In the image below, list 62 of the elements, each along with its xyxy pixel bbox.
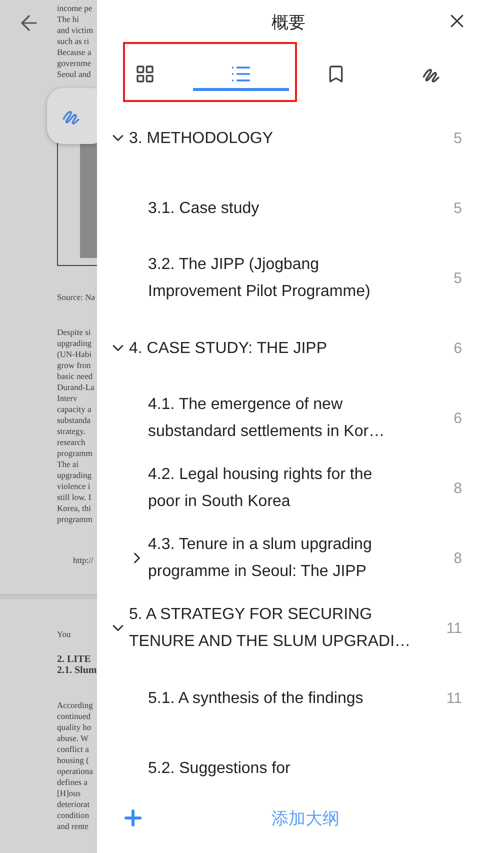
document-text: The ai xyxy=(57,459,80,470)
document-text: strategy. xyxy=(57,426,86,437)
page-number: 5 xyxy=(452,200,463,216)
document-text: basic need xyxy=(57,371,94,382)
document-text: conflict a xyxy=(57,744,90,755)
document-text: and victim xyxy=(57,25,94,36)
document-text: and rente xyxy=(57,821,90,832)
document-text: [H]ous xyxy=(57,788,82,799)
document-text: Interv xyxy=(57,393,78,404)
document-text: programm xyxy=(57,514,94,525)
outline-item[interactable]: 4.3. Tenure in a slum upgrading programme in Seoul: The JIPP xyxy=(148,531,434,585)
document-text: You xyxy=(57,629,72,640)
page-number: 11 xyxy=(445,690,463,706)
document-text: research xyxy=(57,437,86,448)
document-text: still low. I xyxy=(57,492,92,503)
document-text: operationa xyxy=(57,766,94,777)
outline-item[interactable]: 3.2. The JIPP (Jjogbang Improvement Pilot Programme) xyxy=(148,251,434,305)
page-number: 5 xyxy=(452,270,463,286)
document-text: governme xyxy=(57,58,92,69)
panel-title: 概要 xyxy=(272,12,306,34)
document-text: substanda xyxy=(57,415,92,426)
document-text: capacity a xyxy=(57,404,92,415)
document-text: According xyxy=(57,700,94,711)
outline-item[interactable]: 5.1. A synthesis of the findings xyxy=(148,684,434,712)
outline-item[interactable]: 4.2. Legal housing rights for the poor in South Korea xyxy=(148,461,434,515)
page-number: 11 xyxy=(445,620,463,636)
outline-item[interactable]: 4.1. The emergence of new substandard settlements in Kor… xyxy=(148,391,434,445)
document-text: programm xyxy=(57,448,94,459)
document-text: Seoul and xyxy=(57,69,92,80)
document-text: upgrading xyxy=(57,470,92,481)
page-number: 5 xyxy=(452,130,463,146)
outline-item[interactable]: 5.2. Suggestions for xyxy=(148,754,434,782)
document-text: violence i xyxy=(57,481,92,492)
document-text: Because a xyxy=(57,47,92,58)
outline-item[interactable]: 3. METHODOLOGY xyxy=(129,124,434,152)
outline-item[interactable]: 5. A STRATEGY FOR SECURING TENURE AND THE SLUM UPGRADI… xyxy=(129,601,434,655)
document-text: Korea, thi xyxy=(57,503,92,514)
document-text: housing ( xyxy=(57,755,90,766)
document-text: such as ri xyxy=(57,36,90,47)
page-number: 6 xyxy=(452,340,463,356)
document-text: grow fron xyxy=(57,360,92,371)
document-text: abuse. W xyxy=(57,733,90,744)
page-number: 8 xyxy=(452,480,463,496)
link-text: http:// xyxy=(72,555,94,566)
page-number: 8 xyxy=(452,550,463,566)
document-text: deteriorat xyxy=(57,799,91,810)
outline-item[interactable]: 3.1. Case study xyxy=(148,194,434,222)
document-text: The hi xyxy=(57,14,80,25)
section-heading: 2.1. Slum xyxy=(57,665,97,676)
page-number: 6 xyxy=(452,410,463,426)
document-text: condition xyxy=(57,810,90,821)
document-text: Durand-La xyxy=(57,382,96,393)
document-text: income pe xyxy=(57,3,94,14)
document-text: (UN-Habi xyxy=(57,349,92,360)
document-text: continued xyxy=(57,711,92,722)
document-text: Despite si xyxy=(57,327,92,338)
document-text: defines a xyxy=(57,777,88,788)
section-heading: 2. LITE xyxy=(57,654,92,665)
document-text: Source: Na xyxy=(57,292,96,303)
document-text: quality ho xyxy=(57,722,92,733)
outline-item[interactable]: 4. CASE STUDY: THE JIPP xyxy=(129,334,434,362)
document-text: upgrading xyxy=(57,338,92,349)
